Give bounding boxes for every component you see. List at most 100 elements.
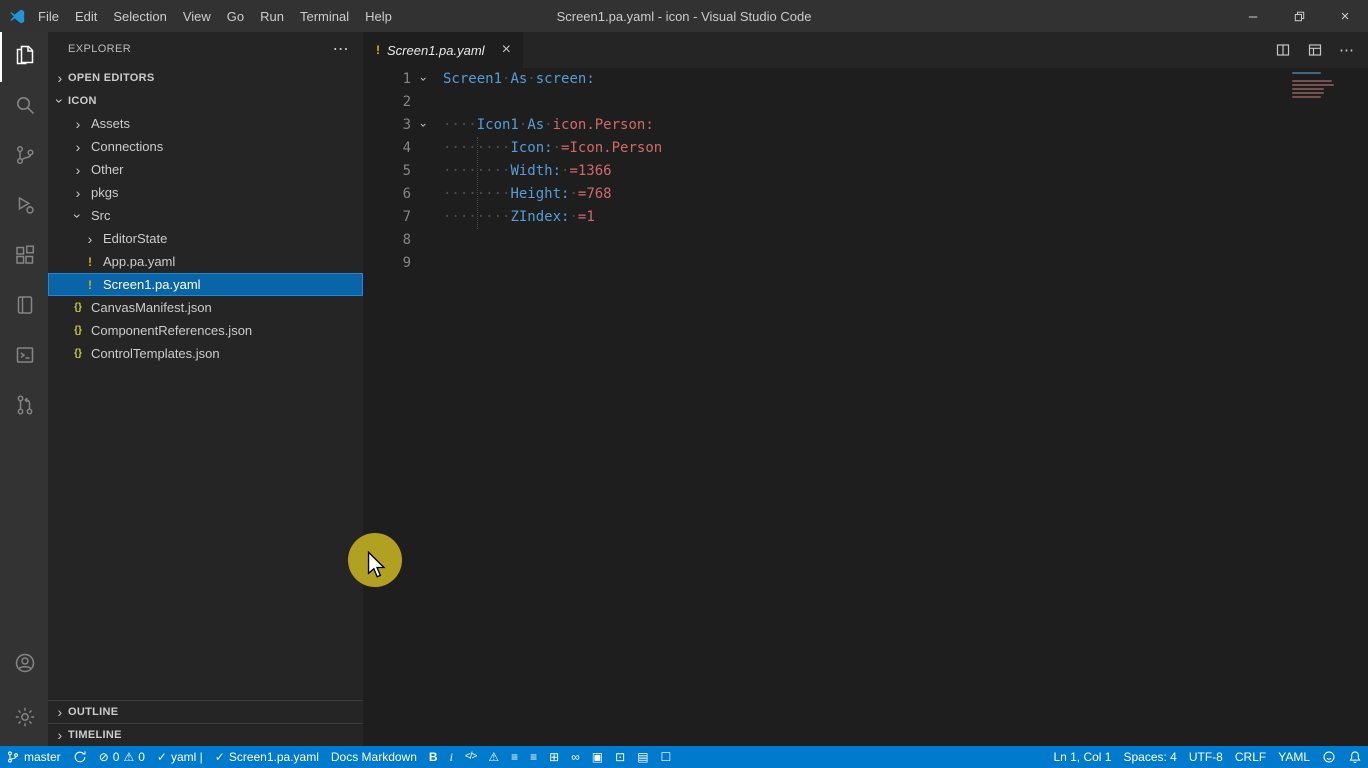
numbered-list-button[interactable]: ≡ [505,746,524,768]
tree-item-src[interactable]: › Src [48,204,363,227]
root-folder-section[interactable]: › ICON [48,89,363,112]
code-line-2[interactable]: 2 [364,91,1368,114]
minimize-button[interactable]: – [1230,0,1276,32]
menu-selection[interactable]: Selection [105,5,174,28]
encoding[interactable]: UTF-8 [1183,746,1229,768]
menu-view[interactable]: View [175,5,219,28]
code-text: ········Icon:·=Icon.Person [443,140,663,156]
code-editor[interactable]: 1 › Screen1·As·screen: 2 3 › ····Icon1·As·icon… [364,68,1368,746]
git-branch-status[interactable]: master [0,746,67,768]
more-actions-icon[interactable]: ⋯ [333,39,349,59]
fold-chevron-icon[interactable]: › [417,121,431,128]
activity-run-and-debug[interactable] [0,182,48,232]
activity-settings[interactable] [0,692,48,746]
problems-status[interactable]: ⊘ 0 ⚠ 0 [93,746,151,768]
open-editors-section[interactable]: › OPEN EDITORS [48,66,363,89]
line-number: 2 [402,94,411,110]
fold-column [411,252,437,275]
line-number: 8 [402,232,411,248]
code-line-8[interactable]: 8 [364,229,1368,252]
check-icon: ✓ [156,750,167,764]
bell-icon [1348,750,1362,764]
restore-button[interactable] [1276,0,1322,32]
mouse-cursor-icon [367,550,386,584]
activity-bar [0,32,48,746]
lock-button[interactable]: ⊡ [609,746,631,768]
split-editor-icon[interactable] [1275,42,1291,58]
tree-item-componentreferences-json[interactable]: {} ComponentReferences.json [48,319,363,342]
minimap[interactable] [1292,72,1352,108]
menu-terminal[interactable]: Terminal [292,5,357,28]
sync-status[interactable] [67,746,93,768]
italic-icon: i [449,750,453,764]
fold-chevron-icon[interactable]: › [417,75,431,82]
alert-button[interactable]: ⚠ [482,746,505,768]
activity-account[interactable] [0,638,48,692]
feedback[interactable] [1316,746,1342,768]
code-line-7[interactable]: 7 ········ZIndex:·=1 [364,206,1368,229]
menu-file[interactable]: File [30,5,67,28]
status-bar-left: master ⊘ 0 ⚠ 0 ✓ yaml | ✓ Screen1.pa.yaml Docs Ma… [0,746,677,768]
cursor-position[interactable]: Ln 1, Col 1 [1047,746,1117,768]
eol-sequence[interactable]: CRLF [1229,746,1272,768]
tab-close-icon[interactable]: × [502,42,511,58]
timeline-section[interactable]: › TIMELINE [48,723,363,746]
chevron-right-icon: › [75,138,81,155]
indentation[interactable]: Spaces: 4 [1117,746,1182,768]
more-actions-icon[interactable]: ⋯ [1339,41,1354,59]
tree-item-label: Assets [91,116,131,131]
activity-notebook[interactable] [0,282,48,332]
close-button[interactable]: × [1322,0,1368,32]
tree-item-screen1-pa-yaml[interactable]: ! Screen1.pa.yaml [48,273,363,296]
yaml-status[interactable]: ✓ yaml | [151,746,209,768]
code-button[interactable]: </> [459,746,482,768]
activity-bar-top [0,32,48,432]
outline-section[interactable]: › OUTLINE [48,700,363,723]
minimap-line [1292,84,1334,86]
code-line-5[interactable]: 5 ········Width:·=1366 [364,160,1368,183]
tree-item-other[interactable]: › Other [48,158,363,181]
checkbox-button[interactable]: ⊞ [543,746,565,768]
minimap-line [1292,72,1321,74]
activity-search[interactable] [0,82,48,132]
code-line-4[interactable]: 4 ········Icon:·=Icon.Person [364,137,1368,160]
code-line-9[interactable]: 9 [364,252,1368,275]
activity-source-control[interactable] [0,132,48,182]
preview-button[interactable]: ▤ [631,746,654,768]
code-line-3[interactable]: 3 › ····Icon1·As·icon.Person: [364,114,1368,137]
menu-run[interactable]: Run [252,5,292,28]
menu-help[interactable]: Help [357,5,400,28]
status-text: yaml | [170,750,203,764]
tab-screen1-pa-yaml[interactable]: ! Screen1.pa.yaml × [364,32,524,68]
bullet-list-button[interactable]: ≡ [524,746,543,768]
notifications[interactable] [1342,746,1368,768]
tree-item-assets[interactable]: › Assets [48,112,363,135]
code-line-6[interactable]: 6 ········Height:·=768 [364,183,1368,206]
activity-explorer[interactable] [0,32,48,82]
tree-item-connections[interactable]: › Connections [48,135,363,158]
feedback-icon [1322,750,1336,764]
minimap-line [1292,96,1321,98]
activity-extensions[interactable] [0,232,48,282]
italic-button[interactable]: i [444,746,459,768]
tree-item-pkgs[interactable]: › pkgs [48,181,363,204]
image-button[interactable]: ▣ [586,746,609,768]
table-button[interactable]: ☐ [655,746,678,768]
line-number: 9 [402,255,411,271]
link-button[interactable]: ∞ [565,746,586,768]
activity-pull-requests[interactable] [0,382,48,432]
language-mode[interactable]: YAML [1272,746,1316,768]
tree-item-editorstate[interactable]: › EditorState [48,227,363,250]
menu-go[interactable]: Go [219,5,252,28]
docs-markdown-status[interactable]: Docs Markdown [325,746,423,768]
activity-terminal[interactable] [0,332,48,382]
tree-item-canvasmanifest-json[interactable]: {} CanvasManifest.json [48,296,363,319]
bold-button[interactable]: B [423,746,444,768]
menu-edit[interactable]: Edit [67,5,105,28]
tree-item-controltemplates-json[interactable]: {} ControlTemplates.json [48,342,363,365]
code-line-1[interactable]: 1 › Screen1·As·screen: [364,68,1368,91]
schema-status[interactable]: ✓ Screen1.pa.yaml [209,746,325,768]
tree-item-app-pa-yaml[interactable]: ! App.pa.yaml [48,250,363,273]
bold-icon: B [428,750,438,764]
customize-layout-icon[interactable] [1307,42,1323,58]
